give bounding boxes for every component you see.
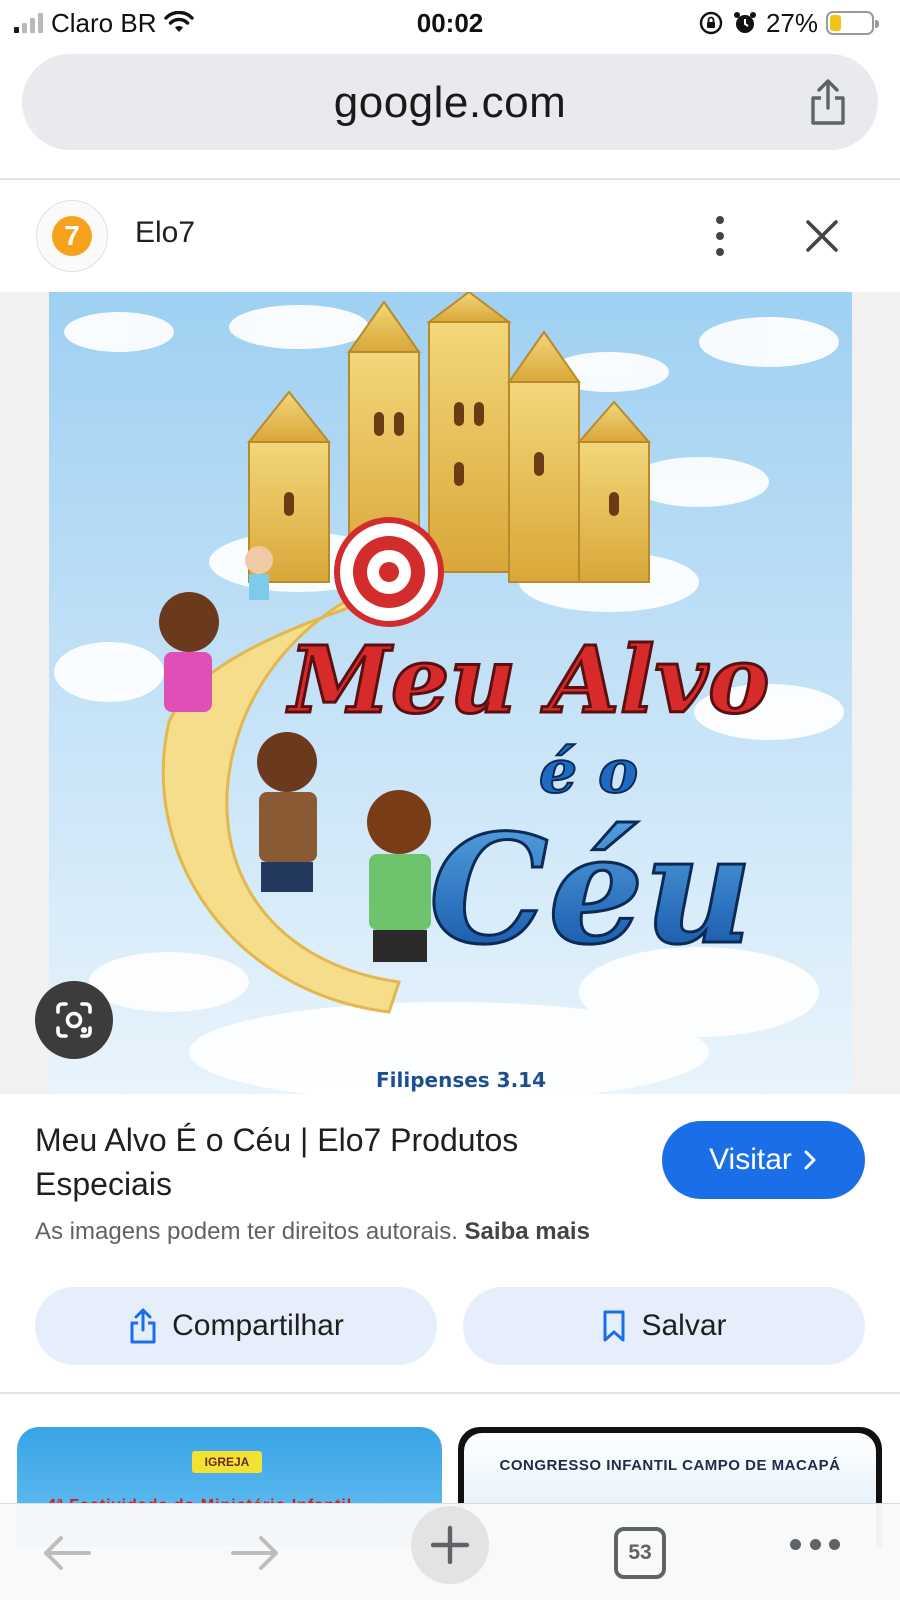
source-name[interactable]: Elo7 xyxy=(135,216,195,250)
visit-button[interactable]: Visitar xyxy=(662,1121,865,1199)
more-options-icon[interactable] xyxy=(700,212,740,260)
close-icon[interactable] xyxy=(800,214,844,258)
back-button[interactable] xyxy=(32,1518,102,1588)
result-title[interactable]: Meu Alvo É o Céu | Elo7 Produtos Especia… xyxy=(35,1118,635,1206)
arrow-right-icon xyxy=(231,1536,278,1570)
save-button[interactable]: Salvar xyxy=(463,1287,865,1365)
url-text[interactable]: google.com xyxy=(22,78,878,128)
orientation-lock-icon xyxy=(699,11,723,35)
share-icon xyxy=(130,1308,156,1344)
save-label: Salvar xyxy=(641,1309,727,1342)
copyright-text: As imagens podem ter direitos autorais. xyxy=(35,1218,458,1245)
copyright-notice: As imagens podem ter direitos autorais. … xyxy=(35,1218,590,1246)
arrow-left-icon xyxy=(44,1536,91,1570)
battery-cap xyxy=(875,20,879,28)
alarm-icon xyxy=(733,12,756,33)
battery-icon xyxy=(826,11,879,35)
divider xyxy=(0,1392,900,1394)
share-button[interactable]: Compartilhar xyxy=(35,1287,437,1365)
poster-title-line2: é o xyxy=(539,737,638,807)
share-label: Compartilhar xyxy=(172,1309,344,1342)
source-favicon[interactable]: 7 xyxy=(36,200,108,272)
poster-title-line1: Meu Alvo xyxy=(286,626,769,734)
image-viewer[interactable]: Meu Alvo é o Céu Filipenses 3.14 xyxy=(0,292,900,1094)
chevron-right-icon xyxy=(804,1150,816,1170)
poster-title-line3: Céu xyxy=(429,802,753,978)
share-icon[interactable] xyxy=(806,78,850,126)
bookmark-icon xyxy=(603,1310,625,1342)
poster-image[interactable]: Meu Alvo é o Céu Filipenses 3.14 xyxy=(49,292,852,1094)
elo7-logo-icon: 7 xyxy=(52,216,92,256)
related-badge: IGREJA xyxy=(192,1451,262,1473)
poster-verse: Filipenses 3.14 xyxy=(376,1068,546,1092)
related-caption: CONGRESSO INFANTIL CAMPO DE MACAPÁ xyxy=(499,1457,841,1474)
battery-level-fill xyxy=(830,15,841,31)
browser-toolbar: 53 xyxy=(0,1503,900,1600)
status-bar: Claro BR 00:02 27% xyxy=(0,0,900,46)
source-header: 7 Elo7 xyxy=(0,180,900,292)
visit-label: Visitar xyxy=(709,1143,792,1176)
lens-icon xyxy=(56,1002,92,1038)
address-bar[interactable]: google.com xyxy=(22,54,878,150)
forward-button[interactable] xyxy=(220,1518,290,1588)
status-right: 27% xyxy=(698,7,879,38)
learn-more-link[interactable]: Saiba mais xyxy=(465,1218,590,1245)
tab-switcher-button[interactable]: 53 xyxy=(614,1527,666,1579)
battery-percent: 27% xyxy=(765,7,818,38)
plus-icon xyxy=(430,1525,470,1565)
more-menu-icon[interactable] xyxy=(790,1534,840,1554)
google-lens-button[interactable] xyxy=(35,981,113,1059)
new-tab-button[interactable] xyxy=(411,1506,489,1584)
